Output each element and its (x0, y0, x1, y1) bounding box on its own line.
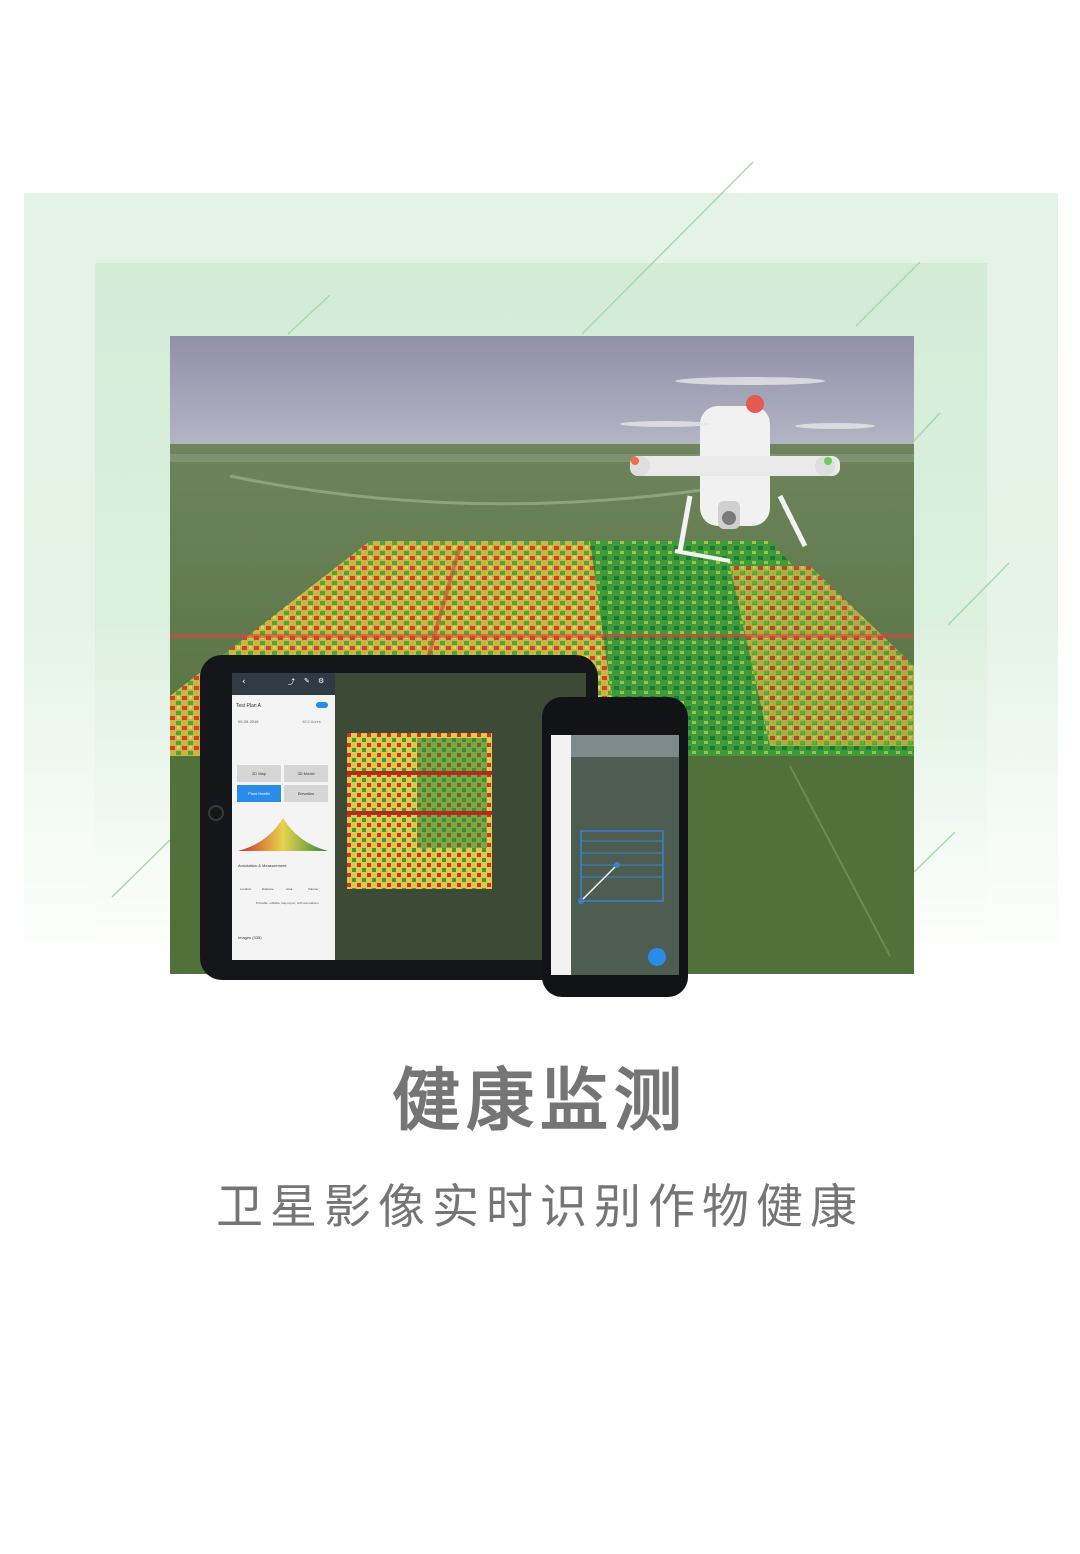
tool-location[interactable]: Location (240, 887, 251, 891)
section-label: Annotation & Measurement (238, 863, 287, 868)
edit-icon[interactable]: ✎ (304, 677, 310, 685)
plan-title: Test Plan A (236, 703, 262, 709)
phone-device (542, 697, 688, 997)
home-button-icon (208, 805, 224, 821)
model-3d-button[interactable]: 3D Model (284, 765, 328, 782)
page-title: 健康监测 (391, 1061, 688, 1141)
phone-screen (551, 735, 679, 975)
panel-header: ‹ ⤴ ✎ ⚙ (232, 673, 335, 695)
health-map (347, 733, 492, 889)
plant-health-button[interactable]: Plant Health (237, 785, 281, 802)
phone-sidebar (551, 735, 571, 975)
plan-toggle[interactable] (316, 702, 328, 708)
back-icon[interactable]: ‹ (242, 677, 246, 687)
tool-distance[interactable]: Distance (262, 887, 274, 891)
control-panel: ‹ ⤴ ✎ ⚙ Test Plan A 09-09-2016 40.2 Acre… (232, 673, 335, 960)
tablet-screen: ‹ ⤴ ✎ ⚙ Test Plan A 09-09-2016 40.2 Acre… (232, 673, 586, 960)
settings-icon[interactable]: ⚙ (318, 677, 324, 685)
map-2d-button[interactable]: 2D Map (237, 765, 281, 782)
flight-plan-map (571, 735, 679, 975)
tablet-device: ‹ ⤴ ✎ ⚙ Test Plan A 09-09-2016 40.2 Acre… (200, 655, 598, 980)
health-histogram (238, 818, 328, 851)
plan-area: 40.2 Acres (302, 719, 321, 724)
report-text: Printable, editable map report, with ann… (256, 901, 320, 905)
home-location-icon[interactable] (648, 948, 666, 966)
plan-date: 09-09-2016 (238, 719, 259, 724)
images-label[interactable]: Images (335) (238, 935, 262, 940)
share-icon[interactable]: ⤴ (288, 677, 295, 687)
tool-area[interactable]: Area (286, 887, 292, 891)
page-subtitle: 卫星影像实时识别作物健康 (216, 1180, 864, 1235)
tool-volume[interactable]: Volume (308, 887, 318, 891)
elevation-button[interactable]: Elevation (284, 785, 328, 802)
